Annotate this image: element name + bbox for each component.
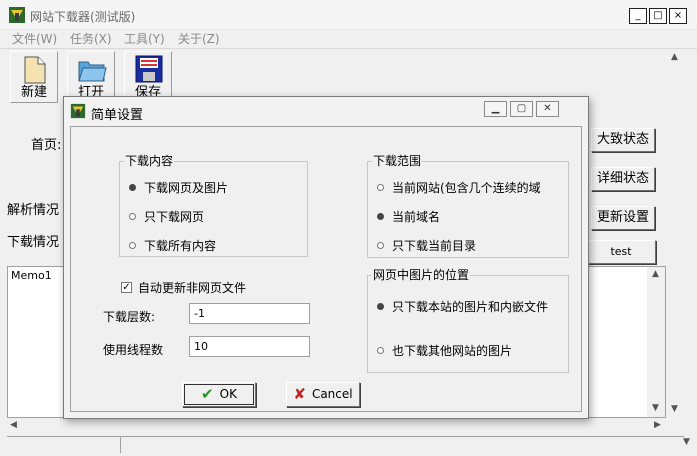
ok-button[interactable]: ✔ OK [182,382,256,407]
window-title: 网站下载器(测试版) [30,10,136,24]
cancel-button[interactable]: ✘ Cancel [286,382,360,407]
radio-icon[interactable] [377,242,384,249]
scroll-left-icon[interactable]: ◀ [10,420,17,430]
option-label: 只下载当前目录 [392,239,477,253]
download-status-label: 下载情况 [7,235,60,250]
memo-scrollbar[interactable]: ▲ ▼ [647,267,665,417]
image-option-local[interactable]: 只下载本站的图片和内嵌文件 [377,298,567,315]
main-horizontal-scrollbar[interactable]: ◀ ▶ [7,419,684,433]
status-bar-divider [120,437,121,453]
ok-label: OK [219,387,237,401]
content-option-all[interactable]: 下载所有内容 [129,237,216,254]
new-document-icon [24,56,46,84]
option-label: 当前域名 [392,210,441,224]
checkbox-label: 自动更新非网页文件 [138,281,247,295]
cancel-label: Cancel [311,387,353,401]
auto-update-checkbox[interactable]: ✓ 自动更新非网页文件 [121,279,246,296]
scroll-up-icon[interactable]: ▲ [671,52,678,62]
restore-button[interactable]: □ [649,8,667,24]
minimize-button[interactable]: _ [629,8,647,24]
dialog-close-button[interactable]: ✕ [536,101,559,117]
menu-task[interactable]: 任务(X) [70,30,112,47]
radio-icon[interactable] [377,347,384,354]
main-vertical-scrollbar[interactable]: ▲ ▼ [667,50,684,418]
memo-scroll-up-icon[interactable]: ▲ [652,269,659,279]
homepage-label: 首页: [31,138,62,153]
threads-input[interactable] [189,336,310,357]
threads-label: 使用线程数 [103,343,164,357]
detail-status-button[interactable]: 详细状态 [591,167,655,191]
dialog-maximize-button[interactable]: ▢ [510,101,533,117]
close-button[interactable]: × [669,8,687,24]
radio-checked-icon[interactable] [377,303,384,310]
status-bar [7,436,684,454]
dialog-title: 简单设置 [91,108,144,123]
radio-icon[interactable] [129,213,136,220]
radio-checked-icon[interactable] [377,213,384,220]
range-option-domain[interactable]: 当前域名 [377,208,440,225]
option-label: 下载所有内容 [144,239,217,253]
content-option-pages-only[interactable]: 只下载网页 [129,208,204,225]
menu-file[interactable]: 文件(W) [12,30,57,47]
memo-text: Memo1 [11,269,52,282]
option-label: 也下载其他网站的图片 [392,344,513,358]
dialog-app-icon [70,103,86,119]
content-option-pages-images[interactable]: 下载网页及图片 [129,179,228,196]
ok-check-icon: ✔ [201,385,214,403]
option-label: 下载网页及图片 [144,181,229,195]
range-option-site[interactable]: 当前网站(包含几个连续的域 [377,179,567,196]
range-group-title: 下载范围 [373,154,422,168]
cancel-x-icon: ✘ [293,385,306,403]
parse-status-label: 解析情况 [7,203,60,218]
menu-about[interactable]: 关于(Z) [178,30,220,47]
update-settings-button[interactable]: 更新设置 [591,206,655,230]
toolbar-separator [0,48,697,49]
open-folder-icon [78,61,107,82]
content-group-title: 下载内容 [125,154,174,168]
range-option-directory[interactable]: 只下载当前目录 [377,237,476,254]
summary-status-button[interactable]: 大致状态 [591,128,655,152]
window-scroll-down-icon[interactable]: ▼ [683,437,690,447]
radio-icon[interactable] [129,242,136,249]
new-button[interactable]: 新建 [10,51,58,103]
image-location-group-title: 网页中图片的位置 [373,268,470,282]
dialog-minimize-button[interactable]: ▁ [484,101,507,117]
option-label: 只下载网页 [144,210,205,224]
checkbox-checked-icon[interactable]: ✓ [121,282,132,293]
depth-label: 下载层数: [103,310,156,324]
test-button[interactable]: test [586,240,656,264]
scroll-down-icon[interactable]: ▼ [671,404,678,414]
menu-tools[interactable]: 工具(Y) [124,30,165,47]
new-button-label: 新建 [20,85,47,100]
app-icon [9,7,25,23]
radio-icon[interactable] [377,184,384,191]
option-label: 当前网站(包含几个连续的域 [392,181,541,195]
save-disk-icon [135,55,163,83]
memo-scroll-down-icon[interactable]: ▼ [652,403,659,413]
option-label: 只下载本站的图片和内嵌文件 [392,300,549,314]
simple-settings-dialog: 简单设置 ▁ ▢ ✕ 下载内容 下载网页及图片 只下载网页 下载所有内容 下载范… [63,96,589,419]
radio-checked-icon[interactable] [129,184,136,191]
depth-input[interactable] [189,303,310,324]
image-option-external[interactable]: 也下载其他网站的图片 [377,342,512,359]
dialog-body: 下载内容 下载网页及图片 只下载网页 下载所有内容 下载范围 当前网站(包含几个… [70,126,582,412]
scroll-right-icon[interactable]: ▶ [654,420,661,430]
